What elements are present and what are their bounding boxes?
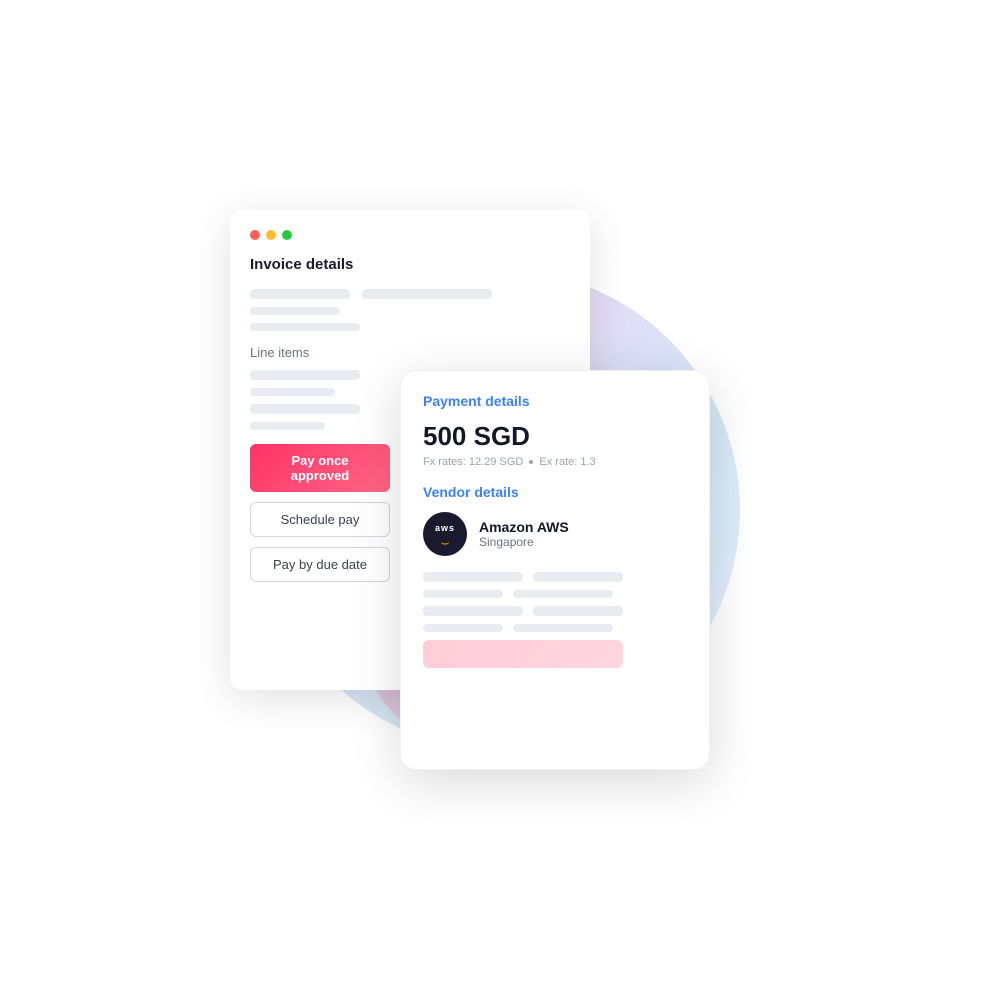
line-items-label: Line items [250, 345, 570, 360]
skeleton-block [533, 606, 623, 616]
skeleton-block [250, 404, 360, 414]
skeleton-row-3 [250, 323, 570, 331]
vendor-location: Singapore [479, 535, 569, 549]
skeleton-block [513, 624, 613, 632]
skeleton-row-1 [250, 289, 570, 299]
vendor-info: Amazon AWS Singapore [479, 519, 569, 549]
aws-smile-icon: ⌣ [435, 534, 455, 551]
skeleton-block [250, 388, 335, 396]
skeleton-block [362, 289, 492, 299]
skeleton-block [250, 370, 360, 380]
invoice-title: Invoice details [250, 256, 570, 273]
schedule-pay-button[interactable]: Schedule pay [250, 502, 390, 537]
aws-logo-container: aws ⌣ [435, 518, 455, 551]
skeleton-block [250, 307, 340, 315]
pay-by-due-date-button[interactable]: Pay by due date [250, 547, 390, 582]
fx-dot [529, 460, 533, 464]
window-controls [250, 230, 570, 240]
main-scene: Invoice details Line items Pay on [200, 150, 800, 850]
skeleton-block [250, 289, 350, 299]
payment-skeleton-1 [423, 572, 687, 582]
skeleton-block [423, 606, 523, 616]
pink-action-bar[interactable] [423, 640, 623, 668]
skeleton-block [423, 624, 503, 632]
payment-skeleton-4 [423, 624, 687, 632]
skeleton-block [423, 590, 503, 598]
skeleton-block [423, 572, 523, 582]
vendor-avatar: aws ⌣ [423, 512, 467, 556]
payment-details-title: Payment details [423, 393, 687, 409]
payment-card: Payment details 500 SGD Fx rates: 12.29 … [400, 370, 710, 770]
vendor-name: Amazon AWS [479, 519, 569, 535]
pay-once-approved-button[interactable]: Pay once approved [250, 444, 390, 492]
fx-rates-value: Fx rates: 12.29 SGD [423, 456, 523, 468]
skeleton-block [513, 590, 613, 598]
payment-amount: 500 SGD [423, 421, 687, 452]
skeleton-row-2 [250, 307, 570, 315]
fx-rates-text: Fx rates: 12.29 SGD Ex rate: 1.3 [423, 456, 687, 468]
close-dot [250, 230, 260, 240]
ex-rate-value: Ex rate: 1.3 [539, 456, 595, 468]
minimize-dot [266, 230, 276, 240]
payment-skeleton-3 [423, 606, 687, 616]
vendor-row: aws ⌣ Amazon AWS Singapore [423, 512, 687, 556]
vendor-details-title: Vendor details [423, 484, 687, 500]
maximize-dot [282, 230, 292, 240]
aws-text: aws [435, 523, 455, 533]
skeleton-block [250, 422, 325, 430]
skeleton-block [533, 572, 623, 582]
skeleton-block [250, 323, 360, 331]
payment-skeleton-2 [423, 590, 687, 598]
